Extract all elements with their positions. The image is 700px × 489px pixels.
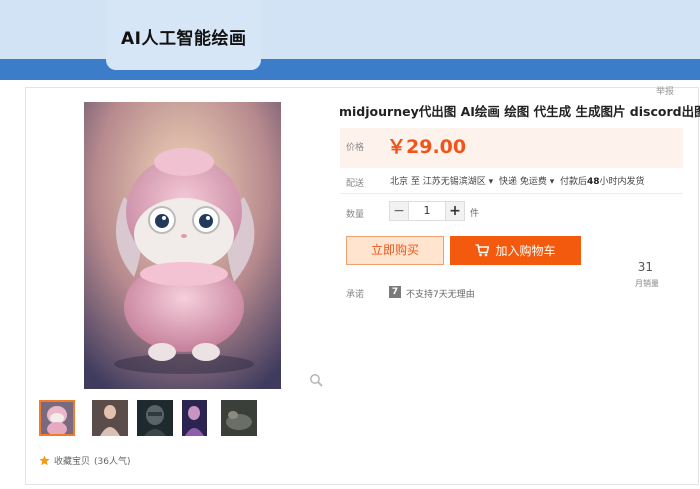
main-product-image[interactable]	[84, 102, 281, 389]
thumbnail-figure-image	[182, 400, 207, 436]
magnifier-icon[interactable]	[309, 373, 323, 387]
destination-select[interactable]: 江苏无锡滨湖区 ▾	[423, 177, 493, 187]
thumbnail-robot-image	[137, 400, 173, 436]
caret-down-icon: ▾	[488, 177, 494, 187]
thumbnail-4[interactable]	[182, 400, 218, 436]
dispatch-note: 付款后48小时内发货	[559, 177, 645, 187]
monthly-sales-count: 31	[637, 260, 653, 274]
price-value: ￥29.00	[387, 136, 467, 158]
express-select[interactable]: 快递 免运费 ▾	[499, 177, 554, 187]
thumbnail-animal-image	[221, 400, 257, 436]
report-link[interactable]: 举报	[656, 84, 674, 97]
add-to-cart-button[interactable]: 加入购物车	[450, 236, 581, 265]
nav-bar	[0, 59, 700, 80]
thumbnail-2[interactable]	[92, 400, 128, 436]
bunny-illustration	[84, 102, 281, 389]
no-return-icon: 7	[389, 286, 401, 298]
header-band	[0, 0, 700, 60]
divider	[340, 193, 683, 194]
quantity-unit: 件	[470, 209, 480, 219]
thumbnail-portrait-image	[92, 400, 128, 436]
quantity-label: 数量	[346, 210, 365, 220]
quantity-stepper: − 1 +	[389, 201, 465, 221]
favorite-link[interactable]: 收藏宝贝 (36人气)	[39, 454, 131, 467]
decrease-button[interactable]: −	[390, 202, 408, 220]
favorite-label: 收藏宝贝	[54, 457, 91, 467]
buy-now-button[interactable]: 立即购买	[346, 236, 444, 265]
shop-title: AI人工智能绘画	[121, 29, 247, 49]
delivery-info: 北京 至 江苏无锡滨湖区 ▾ 快递 免运费 ▾ 付款后48小时内发货	[390, 174, 645, 187]
thumbnail-bunny-image	[41, 402, 73, 434]
origin-city: 北京	[390, 177, 409, 187]
thumbnail-1[interactable]	[39, 400, 75, 436]
cart-icon	[475, 244, 490, 257]
monthly-sales-label: 月销量	[635, 279, 659, 288]
product-title: midjourney代出图 AI绘画 绘图 代生成 生成图片 discord出图	[339, 104, 700, 119]
add-to-cart-label: 加入购物车	[495, 244, 556, 258]
to-word: 至	[410, 177, 420, 187]
favorite-count: (36人气)	[94, 457, 131, 467]
thumbnail-3[interactable]	[137, 400, 173, 436]
promise-label: 承诺	[346, 290, 365, 300]
increase-button[interactable]: +	[446, 202, 464, 220]
star-icon	[39, 455, 50, 466]
caret-down-icon: ▾	[549, 177, 555, 187]
price-label: 价格	[346, 143, 365, 153]
thumbnail-5[interactable]	[221, 400, 257, 436]
delivery-label: 配送	[346, 179, 365, 189]
promise-text: 不支持7天无理由	[406, 290, 475, 300]
quantity-input[interactable]: 1	[408, 202, 446, 220]
